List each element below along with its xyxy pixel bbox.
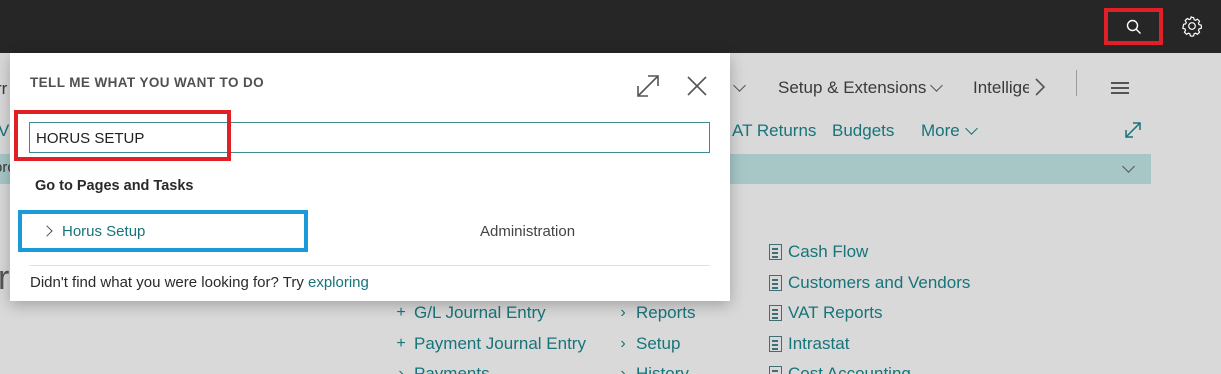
nav-intelligence[interactable]: Intellige [973,78,1029,98]
plus-icon: + [396,335,406,352]
action-payments[interactable]: › Payments [394,364,489,374]
nav-row2-fragment[interactable]: V [0,121,9,141]
search-field[interactable] [29,122,710,153]
action-gl-journal-entry[interactable]: + G/L Journal Entry [394,303,545,323]
link-setup[interactable]: › Setup [616,334,680,354]
search-input[interactable] [36,126,696,150]
nav-setup-extensions[interactable]: Setup & Extensions [778,78,926,98]
action-payment-journal-entry[interactable]: + Payment Journal Entry [394,334,586,354]
document-icon [769,366,782,374]
menu-icon[interactable] [1111,82,1129,94]
chevron-down-icon [733,79,746,92]
report-cash-flow[interactable]: Cash Flow [769,242,868,262]
dialog-title: TELL ME WHAT YOU WANT TO DO [30,75,265,90]
document-icon [769,244,782,260]
document-icon [769,305,782,321]
section-heading: Go to Pages and Tasks [35,178,194,194]
report-intrastat[interactable]: Intrastat [769,334,849,354]
chevron-right-icon: › [620,365,626,374]
tell-me-dialog: TELL ME WHAT YOU WANT TO DO Go to Pages … [10,53,730,301]
chevron-right-icon: › [398,365,404,374]
nav-budgets[interactable]: Budgets [832,121,894,141]
settings-button[interactable] [1180,14,1204,38]
chevron-down-icon [965,122,978,135]
nav-item-fragment[interactable]: rr [0,79,7,99]
chevron-right-icon[interactable] [1034,77,1046,97]
result-category: Administration [480,223,576,240]
expand-icon[interactable] [1124,121,1142,139]
expand-icon[interactable] [634,72,662,100]
link-history[interactable]: › History [616,364,689,374]
document-icon [769,275,782,291]
report-vat-reports[interactable]: VAT Reports [769,303,882,323]
top-bar [0,0,1221,53]
gear-icon [1182,16,1203,37]
divider [29,265,710,266]
chevron-down-icon [930,79,943,92]
document-icon [769,336,782,352]
report-cost-accounting[interactable]: Cost Accounting [769,364,911,374]
link-reports[interactable]: › Reports [616,303,695,323]
result-name-link[interactable]: Horus Setup [62,223,145,240]
plus-icon: + [396,304,406,321]
exploring-link[interactable]: exploring [308,274,369,291]
nav-more[interactable]: More [921,121,960,141]
nav-vat-returns[interactable]: AT Returns [732,121,816,141]
search-icon [1126,19,1141,34]
divider [1076,70,1077,96]
chevron-right-icon: › [620,335,626,352]
search-button[interactable] [1104,8,1163,45]
footer-text: Didn't find what you were looking for? T… [30,274,369,291]
report-customers-vendors[interactable]: Customers and Vendors [769,273,970,293]
chevron-down-icon[interactable] [1122,160,1135,173]
close-icon[interactable] [683,72,711,100]
chevron-right-icon: › [620,304,626,321]
search-result-row[interactable]: Horus Setup Administration [18,210,708,252]
